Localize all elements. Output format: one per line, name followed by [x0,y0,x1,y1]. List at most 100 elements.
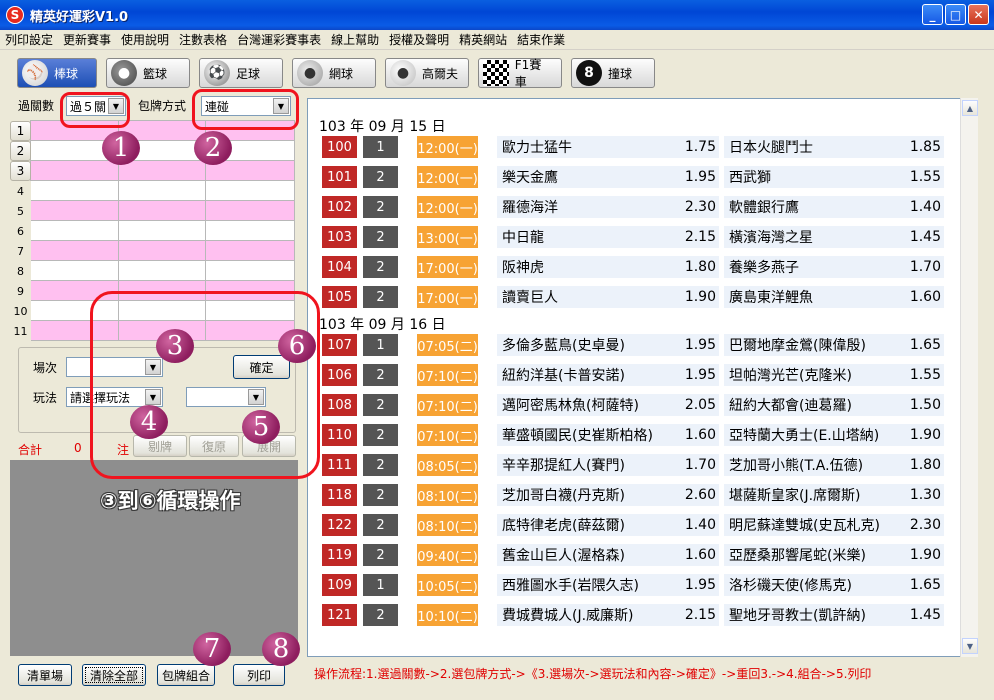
menu-item-1[interactable]: 更新賽事 [58,31,116,48]
home-team-option[interactable]: 聖地牙哥教士(凱許納) 1.45 [724,604,944,626]
menu-item-5[interactable]: 線上幫助 [326,31,384,48]
scroll-up-icon[interactable]: ▲ [962,100,978,116]
menu-item-3[interactable]: 注數表格 [174,31,232,48]
sport-tab-label: 撞球 [608,66,633,81]
grid-cell[interactable] [118,180,206,201]
away-team-name: 多倫多藍鳥(史卓曼) [502,338,625,354]
clear-session-button[interactable]: 清單場 [18,664,72,686]
away-team-option[interactable]: 華盛頓國民(史崔斯柏格) 1.60 [497,424,719,446]
menu-item-2[interactable]: 使用說明 [116,31,174,48]
home-team-option[interactable]: 亞歷桑那響尾蛇(米樂) 1.90 [724,544,944,566]
grid-cell[interactable] [118,160,206,181]
home-team-option[interactable]: 堪薩斯皇家(J.席爾斯) 1.30 [724,484,944,506]
print-button[interactable]: 列印 [233,664,285,686]
home-team-option[interactable]: 養樂多燕子 1.70 [724,256,944,278]
away-team-option[interactable]: 邁阿密馬林魚(柯薩特) 2.05 [497,394,719,416]
home-team-option[interactable]: 廣島東洋鯉魚 1.60 [724,286,944,308]
away-team-option[interactable]: 舊金山巨人(渥格森) 1.60 [497,544,719,566]
sport-tab-5[interactable]: F1賽車 [478,58,562,89]
away-team-odds: 2.30 [684,199,716,215]
home-team-option[interactable]: 巴爾地摩金鶯(陳偉殷) 1.65 [724,334,944,356]
away-team-option[interactable]: 芝加哥白襪(丹克斯) 2.60 [497,484,719,506]
away-team-option[interactable]: 中日龍 2.15 [497,226,719,248]
grid-cell[interactable] [205,200,295,221]
home-team-option[interactable]: 紐約大都會(迪葛羅) 1.50 [724,394,944,416]
away-team-name: 西雅圖水手(岩隈久志) [502,578,639,594]
home-team-option[interactable]: 軟體銀行鷹 1.40 [724,196,944,218]
home-team-odds: 1.85 [909,139,941,155]
away-team-option[interactable]: 阪神虎 1.80 [497,256,719,278]
grid-cell[interactable] [30,180,119,201]
grid-cell[interactable] [118,220,206,241]
away-team-name: 底特律老虎(薛茲爾) [502,518,625,534]
grid-row-number[interactable]: 2 [10,141,31,161]
sport-tab-2[interactable]: ⚽ 足球 [199,58,283,88]
grid-row-number[interactable]: 3 [10,161,31,181]
app-logo-icon[interactable]: S [6,6,24,24]
home-team-option[interactable]: 亞特蘭大勇士(E.山塔納) 1.90 [724,424,944,446]
home-team-option[interactable]: 洛杉磯天使(修馬克) 1.65 [724,574,944,596]
home-team-option[interactable]: 明尼蘇達雙城(史瓦札克) 2.30 [724,514,944,536]
away-team-option[interactable]: 費城費城人(J.威廉斯) 2.15 [497,604,719,626]
home-team-option[interactable]: 日本火腿鬥士 1.85 [724,136,944,158]
grid-cell[interactable] [205,220,295,241]
home-team-option[interactable]: 坦帕灣光芒(克隆米) 1.55 [724,364,944,386]
sport-tab-1[interactable]: ● 籃球 [106,58,190,88]
game-pass-count: 1 [363,574,398,596]
away-team-option[interactable]: 樂天金鷹 1.95 [497,166,719,188]
combine-button[interactable]: 包牌組合 [157,664,215,686]
game-id: 108 [322,394,357,416]
annotation-badge-3: 3 [156,329,194,363]
grid-cell[interactable] [205,180,295,201]
away-team-option[interactable]: 歐力士猛牛 1.75 [497,136,719,158]
annotation-badge-1: 1 [102,131,140,165]
grid-cell[interactable] [30,160,119,181]
away-team-option[interactable]: 底特律老虎(薛茲爾) 1.40 [497,514,719,536]
sport-tab-3[interactable]: ● 網球 [292,58,376,88]
grid-cell[interactable] [118,240,206,261]
schedule-scrollbar[interactable]: ▲ ▼ [960,98,978,657]
sport-tab-6[interactable]: 8 撞球 [571,58,655,88]
grid-cell[interactable] [30,220,119,241]
away-team-option[interactable]: 讀賣巨人 1.90 [497,286,719,308]
total-label: 合計 [18,443,43,457]
home-team-option[interactable]: 芝加哥小熊(T.A.伍德) 1.80 [724,454,944,476]
sport-tab-4[interactable]: ● 高爾夫 [385,58,469,88]
sport-tab-label: 籃球 [143,66,168,81]
home-team-option[interactable]: 西武獅 1.55 [724,166,944,188]
away-team-option[interactable]: 多倫多藍鳥(史卓曼) 1.95 [497,334,719,356]
clear-all-button[interactable]: 清除全部 [82,664,146,686]
menu-item-7[interactable]: 精英網站 [454,31,512,48]
sport-tab-0[interactable]: ⚾ 棒球 [17,58,97,88]
grid-cell[interactable] [205,260,295,281]
menu-item-0[interactable]: 列印設定 [0,31,58,48]
away-team-option[interactable]: 羅德海洋 2.30 [497,196,719,218]
home-team-option[interactable]: 橫濱海灣之星 1.45 [724,226,944,248]
maximize-button[interactable]: □ [945,4,966,25]
away-team-option[interactable]: 紐約洋基(卡普安諾) 1.95 [497,364,719,386]
grid-row-number[interactable]: 1 [10,121,31,141]
game-id: 100 [322,136,357,158]
away-team-name: 芝加哥白襪(丹克斯) [502,488,625,504]
game-pass-count: 2 [363,196,398,218]
menu-item-4[interactable]: 台灣運彩賽事表 [232,31,326,48]
method-label: 包牌方式 [138,99,187,113]
grid-cell[interactable] [205,240,295,261]
scroll-down-icon[interactable]: ▼ [962,638,978,654]
grid-cell[interactable] [118,260,206,281]
session-label: 場次 [33,361,58,375]
close-button[interactable]: ✕ [968,4,989,25]
grid-cell[interactable] [30,240,119,261]
grid-row: 3 [10,160,296,181]
menu-item-6[interactable]: 授權及聲明 [384,31,454,48]
menu-item-8[interactable]: 結束作業 [512,31,570,48]
grid-cell[interactable] [30,260,119,281]
minimize-button[interactable]: _ [922,4,943,25]
away-team-name: 讀賣巨人 [502,290,558,306]
grid-cell[interactable] [30,200,119,221]
away-team-option[interactable]: 辛辛那提紅人(賽門) 1.70 [497,454,719,476]
grid-cell[interactable] [118,200,206,221]
away-team-odds: 1.90 [684,289,716,305]
away-team-option[interactable]: 西雅圖水手(岩隈久志) 1.95 [497,574,719,596]
title-bar: S 精英好運彩V1.0 _ □ ✕ [0,0,994,30]
